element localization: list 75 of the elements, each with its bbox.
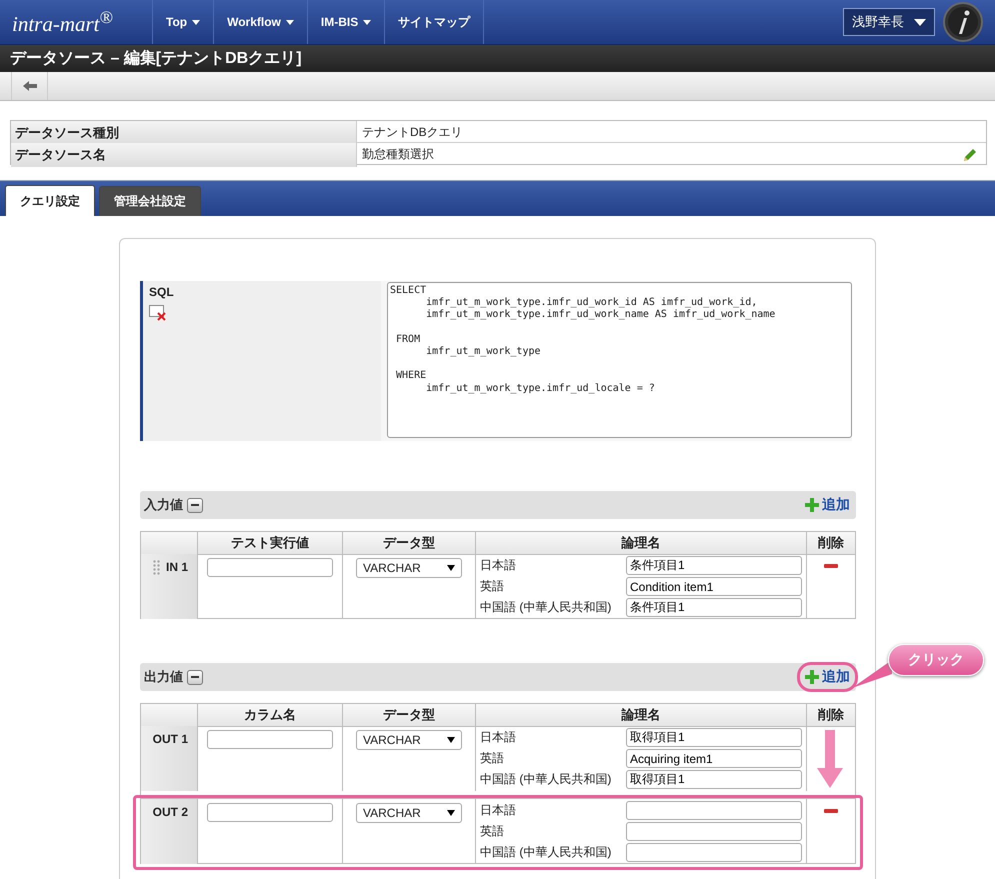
tab[interactable]: 管理会社設定 — [99, 186, 201, 216]
add-link[interactable]: 追加 — [805, 668, 850, 686]
input-field[interactable] — [207, 558, 333, 577]
sql-editor[interactable]: SELECT imfr_ut_m_work_type.imfr_ud_work_id AS imfr_ud_work_id, imfr_ut_m_work_type.imfr_ud_work_name AS imfr_ud_work_name FROM imfr_ut_m_work_type WHERE imfr_ut_m_work_type.imfr_ud_locale = ? — [387, 282, 852, 438]
caret-icon — [447, 810, 455, 816]
plus-icon — [805, 670, 819, 684]
caret-icon — [447, 737, 455, 743]
type-select[interactable]: VARCHAR — [356, 730, 462, 750]
caret-icon — [447, 565, 455, 571]
column-header: データ型 — [343, 704, 476, 727]
column-header: 削除 — [807, 704, 855, 727]
input-field[interactable] — [626, 843, 802, 862]
clear-icon[interactable] — [149, 305, 167, 321]
info-value: テナントDBクエリ — [361, 124, 464, 141]
language-label: 英語 — [480, 823, 505, 840]
input-field[interactable] — [626, 801, 802, 820]
input-field[interactable]: Condition item1 — [626, 577, 802, 596]
minus-icon — [191, 676, 199, 678]
input-field[interactable]: 条件項目1 — [626, 598, 802, 617]
language-label: 中国語 (中華人民共和国) — [480, 599, 612, 616]
language-label: 日本語 — [480, 802, 517, 819]
language-label: 日本語 — [480, 557, 517, 574]
caret-icon — [914, 18, 926, 26]
language-label: 英語 — [480, 750, 505, 767]
user-menu[interactable]: 浅野幸長 — [843, 8, 935, 36]
row-label: IN 1 — [166, 560, 188, 574]
minus-icon — [191, 504, 199, 506]
pencil-icon[interactable] — [962, 147, 978, 163]
column-header: 論理名 — [476, 532, 807, 555]
input-field[interactable]: Acquiring item1 — [626, 749, 802, 768]
row-label: OUT 2 — [152, 805, 188, 819]
delete-button[interactable] — [824, 809, 838, 813]
nav-menu-item[interactable]: サイトマップ — [385, 0, 484, 44]
collapse-button[interactable] — [187, 498, 203, 512]
language-label: 中国語 (中華人民共和国) — [480, 844, 612, 861]
info-label: データソース種別 — [11, 121, 357, 145]
plus-icon — [805, 498, 819, 512]
nav-menu-item[interactable]: Workflow — [214, 0, 308, 44]
language-label: 日本語 — [480, 729, 517, 746]
row-label: OUT 1 — [152, 732, 188, 746]
input-field[interactable] — [626, 822, 802, 841]
section-title: 入力値 — [144, 496, 183, 514]
language-label: 英語 — [480, 578, 505, 595]
callout-tail — [852, 660, 892, 690]
column-header: カラム名 — [198, 704, 343, 727]
page-title: データソース – 編集[テナントDBクエリ] — [10, 48, 302, 69]
logo-icon[interactable] — [943, 2, 983, 42]
input-field[interactable] — [207, 803, 333, 822]
input-field[interactable]: 取得項目1 — [626, 728, 802, 747]
section-title: 出力値 — [144, 668, 183, 686]
back-button[interactable] — [11, 72, 48, 100]
column-header: テスト実行値 — [198, 532, 343, 555]
logo[interactable]: intra-mart$^{®}$ — [0, 7, 152, 37]
input-field[interactable] — [207, 730, 333, 749]
add-link[interactable]: 追加 — [805, 496, 850, 514]
tab[interactable]: クエリ設定 — [5, 185, 95, 216]
column-header: データ型 — [343, 532, 476, 555]
type-select[interactable]: VARCHAR — [356, 803, 462, 823]
delete-button[interactable] — [824, 564, 838, 568]
info-label: データソース名 — [11, 143, 357, 167]
nav-menu-item[interactable]: Top — [153, 0, 214, 44]
column-header: 削除 — [807, 532, 855, 555]
sql-label: SQL — [149, 285, 174, 299]
down-arrow — [817, 730, 843, 788]
back-arrow-icon — [22, 81, 36, 91]
language-label: 中国語 (中華人民共和国) — [480, 771, 612, 788]
info-value: 勤怠種類選択 — [361, 146, 435, 163]
column-header: 論理名 — [476, 704, 807, 727]
nav-menu-item[interactable]: IM-BIS — [308, 0, 386, 44]
collapse-button[interactable] — [187, 670, 203, 684]
input-field[interactable]: 取得項目1 — [626, 770, 802, 789]
callout-bubble: クリック — [888, 644, 984, 676]
input-field[interactable]: 条件項目1 — [626, 556, 802, 575]
type-select[interactable]: VARCHAR — [356, 558, 462, 578]
drag-handle-icon[interactable] — [152, 560, 160, 575]
